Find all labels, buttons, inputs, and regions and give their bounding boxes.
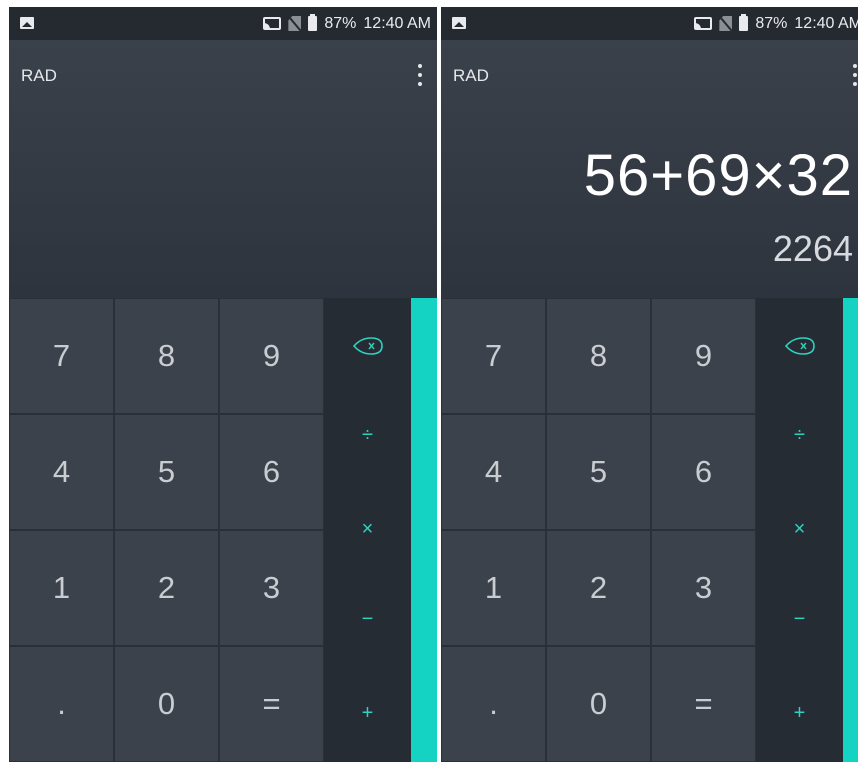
- battery-icon: [739, 14, 749, 31]
- no-sim-icon: [288, 16, 302, 31]
- key-1[interactable]: 1: [441, 530, 546, 646]
- key-minus[interactable]: −: [324, 608, 411, 631]
- key-8[interactable]: 8: [546, 298, 651, 414]
- angle-mode-indicator[interactable]: RAD: [21, 66, 57, 86]
- key-9[interactable]: 9: [651, 298, 756, 414]
- key-4[interactable]: 4: [9, 414, 114, 530]
- battery-percent: 87%: [755, 14, 788, 32]
- key-4[interactable]: 4: [441, 414, 546, 530]
- status-bar: 87% 12:40 AM: [9, 7, 437, 40]
- keypad: 7 8 9 4 5 6 1 2 3 . 0 = ÷ × − +: [441, 298, 858, 762]
- key-7[interactable]: 7: [9, 298, 114, 414]
- cast-icon: [694, 17, 713, 30]
- key-7[interactable]: 7: [441, 298, 546, 414]
- formula-display: 56+69×32: [583, 143, 853, 208]
- key-8[interactable]: 8: [114, 298, 219, 414]
- key-plus[interactable]: +: [324, 702, 411, 725]
- key-divide[interactable]: ÷: [756, 424, 843, 447]
- operator-column: ÷ × − +: [324, 298, 411, 762]
- key-1[interactable]: 1: [9, 530, 114, 646]
- calculator-screen-calculation: 87% 12:40 AM RAD 56+69×32 2264 7 8 9 4 5…: [441, 7, 858, 762]
- key-0[interactable]: 0: [546, 646, 651, 762]
- display-area: RAD 56+69×32 2264: [441, 40, 858, 298]
- key-3[interactable]: 3: [219, 530, 324, 646]
- image-icon: [452, 17, 466, 29]
- number-pad: 7 8 9 4 5 6 1 2 3 . 0 =: [9, 298, 324, 762]
- key-2[interactable]: 2: [114, 530, 219, 646]
- cast-icon: [263, 17, 282, 30]
- advanced-panel-handle[interactable]: [411, 298, 437, 762]
- clock: 12:40 AM: [794, 14, 858, 32]
- battery-percent: 87%: [324, 14, 357, 32]
- overflow-menu-icon[interactable]: [853, 64, 857, 86]
- angle-mode-indicator[interactable]: RAD: [453, 66, 489, 86]
- no-sim-icon: [719, 16, 733, 31]
- overflow-menu-icon[interactable]: [418, 64, 422, 86]
- number-pad: 7 8 9 4 5 6 1 2 3 . 0 =: [441, 298, 756, 762]
- battery-icon: [308, 14, 318, 31]
- key-3[interactable]: 3: [651, 530, 756, 646]
- key-9[interactable]: 9: [219, 298, 324, 414]
- clock: 12:40 AM: [363, 14, 431, 32]
- image-icon: [20, 17, 34, 29]
- status-bar: 87% 12:40 AM: [441, 7, 858, 40]
- keypad: 7 8 9 4 5 6 1 2 3 . 0 = ÷ × − +: [9, 298, 437, 762]
- status-indicators: 87% 12:40 AM: [694, 7, 858, 40]
- operator-column: ÷ × − +: [756, 298, 843, 762]
- key-divide[interactable]: ÷: [324, 424, 411, 447]
- key-5[interactable]: 5: [114, 414, 219, 530]
- backspace-icon[interactable]: [353, 337, 383, 355]
- key-plus[interactable]: +: [756, 702, 843, 725]
- key-multiply[interactable]: ×: [324, 518, 411, 541]
- key-0[interactable]: 0: [114, 646, 219, 762]
- backspace-icon[interactable]: [785, 337, 815, 355]
- key-5[interactable]: 5: [546, 414, 651, 530]
- key-minus[interactable]: −: [756, 608, 843, 631]
- status-indicators: 87% 12:40 AM: [263, 7, 431, 40]
- key-decimal[interactable]: .: [9, 646, 114, 762]
- key-multiply[interactable]: ×: [756, 518, 843, 541]
- advanced-panel-handle[interactable]: [843, 298, 858, 762]
- key-2[interactable]: 2: [546, 530, 651, 646]
- key-equals[interactable]: =: [651, 646, 756, 762]
- result-display: 2264: [772, 228, 853, 269]
- key-equals[interactable]: =: [219, 646, 324, 762]
- key-6[interactable]: 6: [651, 414, 756, 530]
- key-decimal[interactable]: .: [441, 646, 546, 762]
- key-6[interactable]: 6: [219, 414, 324, 530]
- calculator-screen-empty: 87% 12:40 AM RAD 7 8 9 4 5 6 1 2 3 . 0 =: [9, 7, 437, 762]
- display-area: RAD: [9, 40, 437, 298]
